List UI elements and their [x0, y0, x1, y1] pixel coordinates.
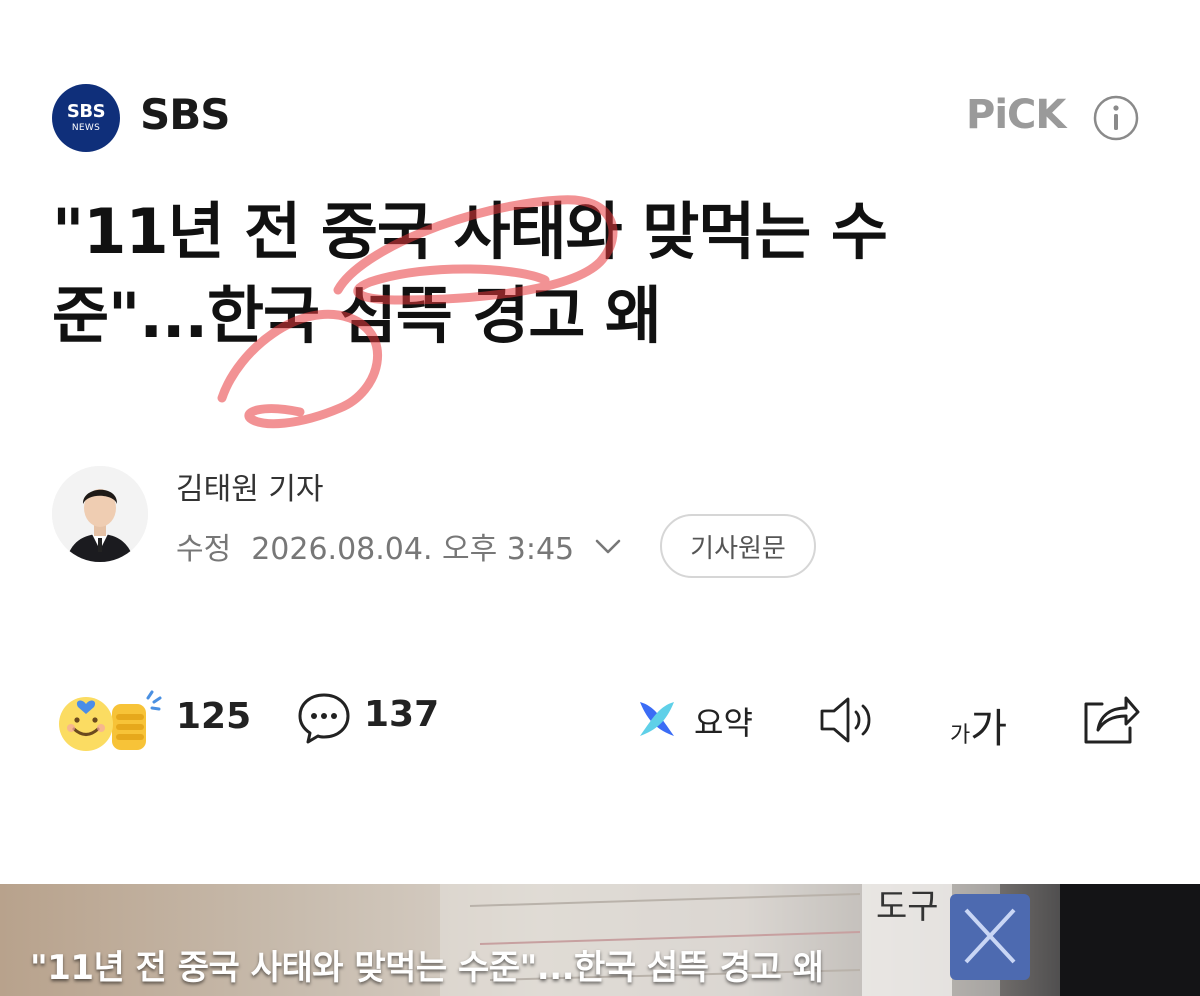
modified-label: 수정 — [176, 532, 232, 567]
modified-datetime: 2026.08.04. 오후 3:45 — [251, 532, 575, 567]
logo-text-news: NEWS — [71, 122, 101, 133]
reporter-photo[interactable] — [52, 466, 148, 562]
speaker-icon[interactable] — [818, 694, 880, 746]
chevron-down-icon[interactable] — [592, 530, 624, 562]
font-size-small: 가 — [950, 723, 971, 748]
modified-date-line: 수정 2026.08.04. 오후 3:45 — [176, 524, 624, 568]
font-size-big: 가 — [970, 706, 1008, 752]
reporter-name[interactable]: 김태원 기자 — [176, 464, 324, 508]
share-icon[interactable] — [1080, 690, 1140, 746]
headline-line-1: "11년 전 중국 사태와 맞먹는 수 — [52, 195, 888, 268]
original-article-button[interactable]: 기사원문 — [660, 514, 816, 578]
article-headline: "11년 전 중국 사태와 맞먹는 수 준"...한국 섬뜩 경고 왜 — [52, 190, 1072, 358]
press-name[interactable]: SBS — [140, 90, 231, 139]
headline-line-2: 준"...한국 섬뜩 경고 왜 — [52, 279, 662, 352]
reaction-count: 125 — [176, 696, 252, 737]
logo-text-sbs: SBS — [66, 100, 106, 122]
comment-count[interactable]: 137 — [364, 694, 439, 735]
photo-overlay-text: 도구 — [876, 887, 939, 927]
summary-label[interactable]: 요약 — [694, 698, 753, 744]
photo-caption: "11년 전 중국 사태와 맞먹는 수준"...한국 섬뜩 경고 왜 — [30, 948, 824, 988]
info-icon[interactable] — [1092, 94, 1140, 142]
font-size-icon[interactable]: 가 가 — [950, 696, 1007, 754]
comment-icon[interactable] — [296, 690, 352, 746]
reaction-emoji-icon[interactable] — [56, 690, 166, 752]
summary-icon[interactable] — [634, 696, 680, 742]
pick-label: PiCK — [966, 92, 1066, 138]
sbs-news-logo[interactable]: SBS NEWS — [52, 84, 120, 152]
